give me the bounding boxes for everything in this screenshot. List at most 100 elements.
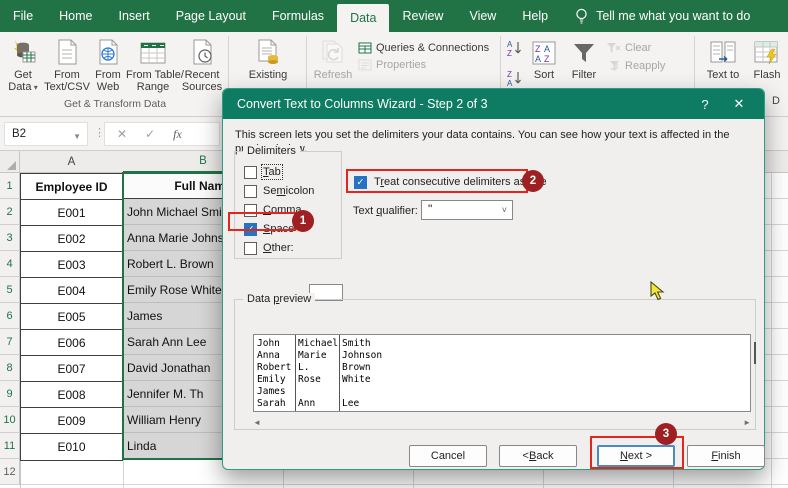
flash-fill-button[interactable]: Flash	[746, 32, 788, 96]
dialog-title: Convert Text to Columns Wizard - Step 2 …	[237, 97, 488, 111]
text-qualifier-dropdown[interactable]: " ˅	[421, 200, 513, 220]
back-button[interactable]: < Back	[499, 445, 577, 467]
from-text-csv-button[interactable]: FromText/CSV	[44, 32, 90, 96]
tell-me-box[interactable]: Tell me what you want to do	[575, 0, 750, 32]
existing-connections-button[interactable]: Existing	[240, 32, 296, 96]
dialog-close-button[interactable]: ✕	[722, 89, 756, 119]
row-number-3[interactable]: 3	[0, 225, 20, 251]
sort-za-icon: ZA	[506, 69, 522, 87]
data-preview-label: Data preview	[243, 293, 315, 305]
data-preview-box[interactable]: JohnMichaelSmithAnnaMarieJohnsonRobertL.…	[253, 334, 751, 412]
scroll-left-icon[interactable]: ◄	[253, 418, 261, 427]
preview-horizontal-scrollbar[interactable]: ◄ ►	[253, 416, 751, 428]
tab-home[interactable]: Home	[46, 0, 105, 32]
insert-function-icon[interactable]: fx	[173, 127, 182, 142]
cell-a3[interactable]: E002	[21, 226, 122, 252]
cell-a4[interactable]: E003	[21, 252, 122, 278]
properties-button: Properties	[358, 57, 426, 73]
row-number-5[interactable]: 5	[0, 277, 20, 303]
cancel-button[interactable]: Cancel	[409, 445, 487, 467]
data-preview-group: Data preview JohnMichaelSmithAnnaMarieJo…	[234, 299, 756, 430]
row-number-10[interactable]: 10	[0, 407, 20, 433]
row-number-1[interactable]: 1	[0, 173, 20, 199]
refresh-icon	[310, 32, 356, 66]
row-number-8[interactable]: 8	[0, 355, 20, 381]
tab-view[interactable]: View	[456, 0, 509, 32]
column-header-a[interactable]: A	[20, 151, 123, 173]
tab-page-layout[interactable]: Page Layout	[163, 0, 259, 32]
svg-text:A: A	[507, 79, 513, 87]
cell-a2[interactable]: E001	[21, 200, 122, 226]
svg-text:Z: Z	[544, 54, 550, 64]
tab-data[interactable]: Data	[337, 4, 389, 32]
cell-a10[interactable]: E009	[21, 408, 122, 434]
checkbox-icon[interactable]	[244, 185, 257, 198]
tab-formulas[interactable]: Formulas	[259, 0, 337, 32]
dialog-buttons: Cancel < Back Next > Finish	[223, 445, 766, 467]
tab-insert[interactable]: Insert	[106, 0, 163, 32]
svg-text:A: A	[507, 40, 513, 49]
delimiter-semicolon-checkbox[interactable]: Semicolon	[244, 183, 314, 199]
name-box-caret-icon[interactable]: ▼	[73, 132, 81, 141]
dialog-help-button[interactable]: ?	[690, 89, 720, 119]
formula-input[interactable]: ✕ ✓ fx	[104, 122, 220, 146]
delimiters-group: Delimiters TabSemicolonComma✓SpaceOther:	[234, 151, 342, 259]
svg-text:Z: Z	[507, 49, 512, 57]
row-number-4[interactable]: 4	[0, 251, 20, 277]
group-label-get-transform: Get & Transform Data	[40, 98, 190, 110]
preview-row: AnnaMarieJohnson	[257, 350, 382, 362]
delimiter-other-checkbox[interactable]: Other:	[244, 240, 294, 256]
tab-help[interactable]: Help	[509, 0, 561, 32]
checkbox-icon[interactable]	[244, 204, 257, 217]
sort-button[interactable]: ZAAZ Sort	[524, 32, 564, 96]
cell-a9[interactable]: E008	[21, 382, 122, 408]
cell-a8[interactable]: E007	[21, 356, 122, 382]
file-icon	[44, 32, 90, 66]
select-all-corner[interactable]	[0, 151, 20, 173]
column-a-cells: Employee IDE001E002E003E004E005E006E007E…	[20, 173, 123, 461]
svg-text:Z: Z	[507, 70, 512, 79]
from-web-button[interactable]: FromWeb	[90, 32, 126, 96]
checkbox-icon[interactable]	[244, 166, 257, 179]
delimiter-space-checkbox[interactable]: ✓Space	[244, 221, 294, 237]
row-number-6[interactable]: 6	[0, 303, 20, 329]
cell-a5[interactable]: E004	[21, 278, 122, 304]
checkbox-icon[interactable]	[244, 242, 257, 255]
excel-window: FileHomeInsertPage LayoutFormulasDataRev…	[0, 0, 788, 488]
name-box[interactable]: B2 ▼	[4, 122, 88, 146]
get-data-button[interactable]: GetData	[2, 32, 44, 96]
preview-vertical-scrollbar[interactable]	[754, 342, 756, 364]
scroll-right-icon[interactable]: ►	[743, 418, 751, 427]
row-number-9[interactable]: 9	[0, 381, 20, 407]
annotation-badge-2: 2	[522, 170, 544, 192]
cell-a6[interactable]: E005	[21, 304, 122, 330]
cell-a1[interactable]: Employee ID	[21, 174, 122, 200]
checkbox-checked-icon[interactable]: ✓	[354, 176, 367, 189]
clock-file-icon	[180, 32, 224, 66]
from-table-range-button[interactable]: From Table/Range	[126, 32, 180, 96]
cell-a11[interactable]: E010	[21, 434, 122, 460]
row-number-12[interactable]: 12	[0, 459, 20, 485]
treat-consecutive-checkbox[interactable]: ✓ Treat consecutive delimiters as one	[354, 174, 547, 190]
row-number-2[interactable]: 2	[0, 199, 20, 225]
text-to-columns-button[interactable]: Text to	[700, 32, 746, 96]
filter-button[interactable]: Filter	[564, 32, 604, 96]
tab-review[interactable]: Review	[389, 0, 456, 32]
existing-connections-icon	[240, 32, 296, 66]
cell-a7[interactable]: E006	[21, 330, 122, 356]
dialog-titlebar[interactable]: Convert Text to Columns Wizard - Step 2 …	[223, 89, 764, 119]
recent-sources-button[interactable]: RecentSources	[180, 32, 224, 96]
next-button[interactable]: Next >	[597, 445, 675, 467]
delimiter-tab-checkbox[interactable]: Tab	[244, 164, 281, 180]
sort-ascending-button[interactable]: AZ	[506, 40, 522, 56]
row-number-11[interactable]: 11	[0, 433, 20, 459]
tab-file[interactable]: File	[0, 0, 46, 32]
finish-button[interactable]: Finish	[687, 445, 765, 467]
ribbon-tabs-bar: FileHomeInsertPage LayoutFormulasDataRev…	[0, 0, 788, 32]
sort-descending-button[interactable]: ZA	[506, 70, 522, 86]
queries-connections-button[interactable]: Queries & Connections	[358, 40, 489, 56]
checkbox-checked-icon[interactable]: ✓	[244, 223, 257, 236]
text-to-columns-icon	[700, 32, 746, 66]
confirm-entry-icon: ✓	[145, 127, 155, 141]
row-number-7[interactable]: 7	[0, 329, 20, 355]
